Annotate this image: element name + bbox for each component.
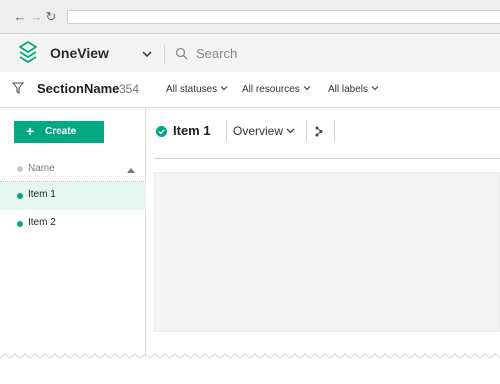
toolbar-divider <box>226 120 227 142</box>
search-icon <box>175 47 188 60</box>
master-list-panel: + Create Name Item 1 Item 2 <box>0 108 146 384</box>
list-item[interactable]: Item 1 <box>0 182 146 210</box>
filter-resources-label: All resources <box>242 84 300 95</box>
forward-icon[interactable]: → <box>29 9 43 25</box>
filter-resources-dropdown[interactable]: All resources <box>242 84 311 95</box>
filter-icon[interactable] <box>12 82 24 94</box>
reload-icon[interactable]: ↻ <box>44 9 58 25</box>
toolbar-divider <box>306 120 307 142</box>
list-item-label: Item 1 <box>28 189 56 200</box>
header-divider <box>164 44 165 64</box>
app-name: OneView <box>50 45 109 61</box>
status-ok-icon <box>156 126 167 137</box>
detail-divider <box>154 158 500 159</box>
app-logo-icon <box>19 41 37 63</box>
status-column-dot <box>17 166 23 172</box>
status-ok-icon <box>17 221 23 227</box>
sort-ascending-icon[interactable] <box>127 167 135 173</box>
plus-icon: + <box>26 123 35 139</box>
toolbar-divider <box>334 120 335 142</box>
view-select-label: Overview <box>233 124 284 138</box>
chevron-down-icon <box>371 86 379 91</box>
filter-bar: SectionName 354 All statuses All resourc… <box>0 72 500 108</box>
view-select-dropdown[interactable]: Overview <box>233 124 295 138</box>
section-name: SectionName <box>37 81 120 96</box>
share-icon[interactable] <box>315 126 323 137</box>
name-column-header[interactable]: Name <box>0 161 146 178</box>
filter-statuses-label: All statuses <box>166 84 218 95</box>
torn-edge-decoration <box>0 353 500 384</box>
app-header: OneView <box>0 34 500 72</box>
chevron-down-icon <box>220 86 228 91</box>
chevron-down-icon <box>303 86 311 91</box>
chevron-down-icon[interactable] <box>140 47 154 61</box>
chevron-down-icon <box>286 128 295 134</box>
browser-chrome: ← → ↻ <box>0 0 500 34</box>
back-icon[interactable]: ← <box>13 9 27 25</box>
detail-title: Item 1 <box>173 123 211 138</box>
section-count: 354 <box>119 82 140 96</box>
filter-labels-dropdown[interactable]: All labels <box>328 84 379 95</box>
list-item-label: Item 2 <box>28 217 56 228</box>
filter-statuses-dropdown[interactable]: All statuses <box>166 84 228 95</box>
address-bar[interactable] <box>67 10 500 24</box>
create-button[interactable]: + Create <box>14 121 104 143</box>
name-column-label: Name <box>28 163 55 174</box>
detail-panel: Item 1 Overview <box>146 108 500 384</box>
search-input[interactable] <box>196 43 476 63</box>
detail-content-area <box>154 172 500 332</box>
filter-labels-label: All labels <box>328 84 369 95</box>
list-item[interactable]: Item 2 <box>0 210 146 238</box>
status-ok-icon <box>17 193 23 199</box>
create-button-label: Create <box>45 126 77 137</box>
